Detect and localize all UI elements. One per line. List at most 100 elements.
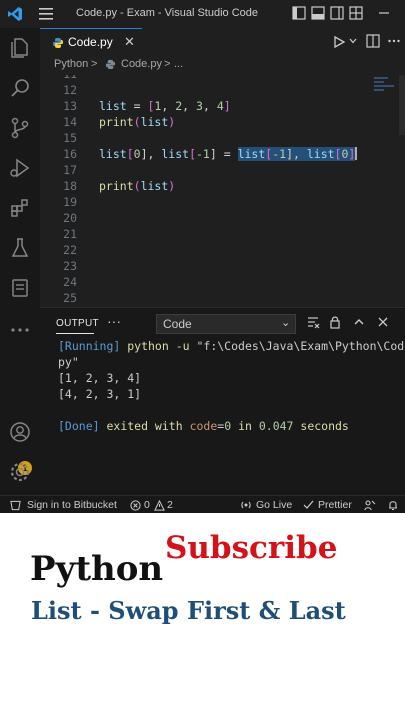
output-token: [Done]: [58, 419, 100, 433]
token: ,: [202, 99, 217, 113]
tab-code-py[interactable]: Code.py ✕: [40, 28, 142, 55]
notifications-bell-icon[interactable]: [387, 499, 399, 511]
python-file-icon: [105, 59, 116, 70]
output-line: [1, 2, 3, 4]: [58, 371, 142, 385]
editor-tab-bar: Code.py ✕: [40, 28, 405, 55]
go-live-button[interactable]: Go Live: [256, 499, 292, 511]
token: list: [99, 99, 127, 113]
more-views-icon[interactable]: [8, 318, 32, 342]
breadcrumb-code-py[interactable]: Code.py: [121, 58, 162, 70]
prettier-status[interactable]: Prettier: [318, 499, 352, 511]
line-number: 21: [63, 227, 77, 241]
code-text: print(list): [99, 115, 175, 129]
explorer-icon[interactable]: [8, 36, 32, 60]
token: 4: [216, 99, 224, 113]
code-line: 20: [40, 211, 405, 227]
breadcrumb-python[interactable]: Python: [54, 58, 88, 70]
code-line: 17: [40, 163, 405, 179]
line-number: 18: [63, 179, 77, 193]
token: list: [161, 147, 190, 161]
selection: list[-1], list[0]: [237, 147, 356, 161]
token: 0: [133, 147, 141, 161]
error-icon: [130, 500, 141, 511]
testing-flask-icon[interactable]: [8, 236, 32, 260]
line-number: 12: [63, 83, 77, 97]
token: ]: [223, 99, 231, 113]
feedback-icon[interactable]: [364, 499, 376, 511]
remote-explorer-icon[interactable]: [8, 276, 32, 300]
token: [: [126, 147, 134, 161]
code-line: 11: [40, 75, 405, 83]
code-line: 18 print(list): [40, 179, 405, 195]
lock-scroll-icon[interactable]: [328, 315, 342, 329]
token: ,: [182, 99, 197, 113]
extensions-icon[interactable]: [8, 196, 32, 220]
output-line: [4, 2, 3, 1]: [58, 387, 142, 401]
token: list: [99, 147, 127, 161]
line-number: 16: [63, 147, 77, 161]
output-channel-select[interactable]: Code ⌄: [156, 314, 296, 334]
bitbucket-sign-in[interactable]: Sign in to Bitbucket: [27, 499, 117, 511]
chevron-up-icon[interactable]: [352, 315, 366, 329]
code-text: list[0], list[-1] = list[-1], list[0]: [99, 147, 358, 161]
token: ]: [348, 147, 356, 161]
toggle-secondary-sidebar-icon[interactable]: [330, 6, 344, 20]
editor-scrollbar[interactable]: [399, 75, 405, 135]
settings-gear-icon[interactable]: [8, 460, 32, 484]
hamburger-menu-icon[interactable]: [38, 7, 54, 21]
source-control-icon[interactable]: [8, 116, 32, 140]
panel-more-icon[interactable]: ···: [107, 313, 121, 329]
caption-subtitle: List - Swap First & Last: [31, 596, 346, 625]
code-line: 24: [40, 275, 405, 291]
more-actions-icon[interactable]: [387, 34, 401, 48]
minimize-icon[interactable]: [376, 5, 392, 21]
close-panel-icon[interactable]: [376, 315, 390, 329]
tab-output[interactable]: OUTPUT: [56, 318, 99, 329]
line-number: 20: [63, 211, 77, 225]
line-number: 19: [63, 195, 77, 209]
chevron-down-icon: ⌄: [281, 317, 291, 329]
minimap[interactable]: [374, 75, 398, 105]
line-number: 13: [63, 99, 77, 113]
split-editor-icon[interactable]: [366, 34, 380, 48]
code-editor[interactable]: 11 12 13 list = [1, 2, 3, 4] 14 print(li…: [40, 75, 405, 307]
output-token: in: [231, 419, 259, 433]
line-number: 23: [63, 259, 77, 273]
active-tab-indicator: [56, 333, 94, 334]
run-python-icon[interactable]: [332, 35, 346, 49]
token: [: [189, 147, 196, 161]
code-line: 15: [40, 131, 405, 147]
customize-layout-icon[interactable]: [349, 6, 363, 20]
double-check-icon: [303, 500, 314, 509]
run-debug-icon[interactable]: [8, 156, 32, 180]
code-text: print(list): [99, 179, 175, 193]
token: list: [140, 179, 169, 193]
token: ] =: [209, 147, 238, 161]
subscribe-text: Subscribe: [165, 530, 338, 566]
accounts-icon[interactable]: [8, 420, 32, 444]
caption-title: Python: [30, 549, 164, 589]
output-panel: OUTPUT ··· Code ⌄ [Running] python -u "f…: [40, 307, 405, 495]
token: print: [99, 179, 134, 193]
vscode-logo-icon: [8, 7, 22, 21]
code-line: 23: [40, 259, 405, 275]
token: =: [126, 99, 148, 113]
breadcrumb-more[interactable]: ...: [174, 58, 183, 70]
token: ): [168, 115, 176, 129]
clear-output-icon[interactable]: [306, 315, 320, 329]
status-bar: Sign in to Bitbucket 0 2 Go Live Prettie…: [0, 495, 405, 513]
line-number: 22: [63, 243, 77, 257]
output-line: py": [58, 355, 79, 369]
error-count[interactable]: 0: [144, 499, 150, 511]
token: 3: [196, 99, 203, 113]
search-icon[interactable]: [8, 76, 32, 100]
toggle-panel-icon[interactable]: [311, 6, 325, 20]
token: ): [168, 179, 176, 193]
run-dropdown-chevron-icon[interactable]: [349, 37, 357, 45]
warning-count[interactable]: 2: [167, 499, 173, 511]
code-line: 13 list = [1, 2, 3, 4]: [40, 99, 405, 115]
toggle-sidebar-icon[interactable]: [292, 6, 306, 20]
line-number: 25: [63, 291, 77, 305]
line-number: 11: [40, 75, 77, 81]
tab-close-icon[interactable]: ✕: [124, 34, 135, 50]
